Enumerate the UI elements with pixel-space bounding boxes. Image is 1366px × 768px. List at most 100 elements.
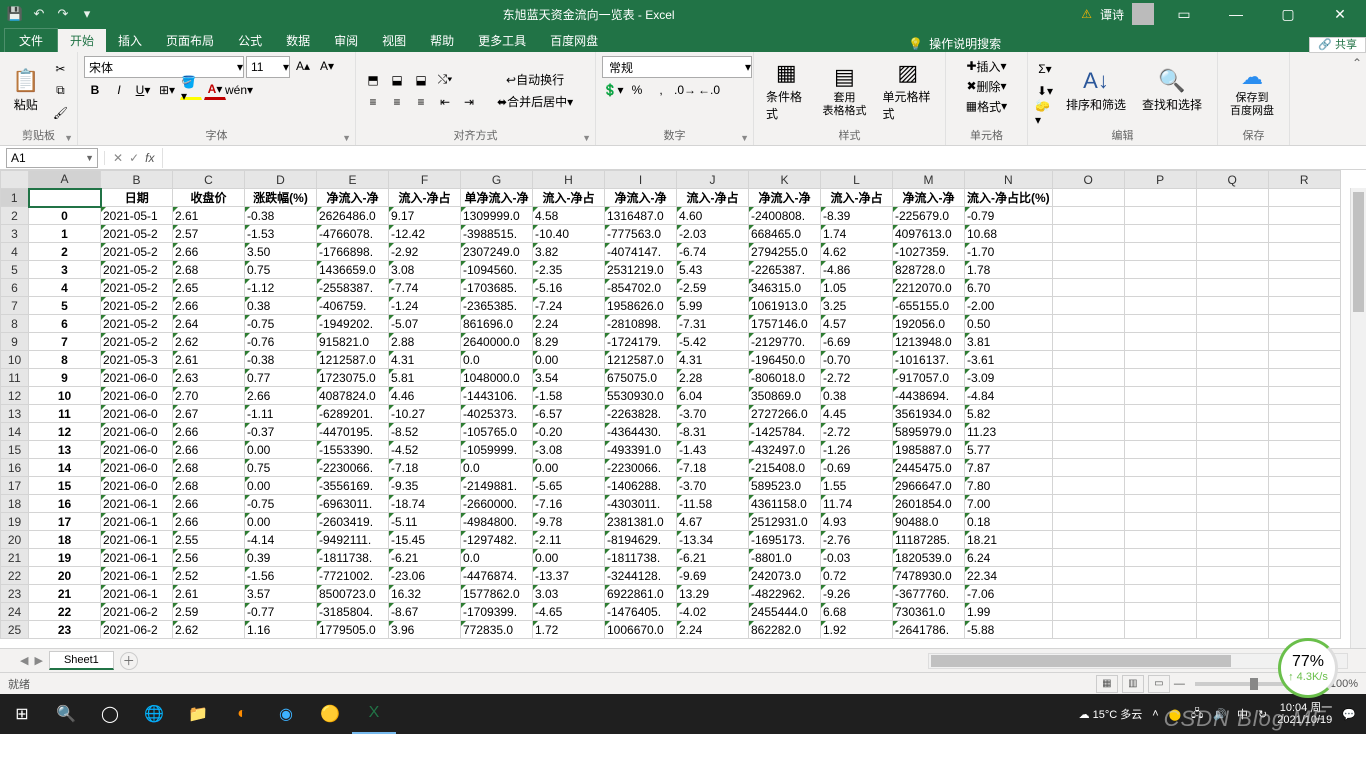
cell[interactable]: 0.38 <box>821 387 893 405</box>
indent-dec-button[interactable]: ⇤ <box>434 92 456 112</box>
clear-button[interactable]: 🧽▾ <box>1034 103 1056 123</box>
cell[interactable] <box>1052 297 1124 315</box>
underline-button[interactable]: U▾ <box>132 80 154 100</box>
fill-button[interactable]: ⬇▾ <box>1034 81 1056 101</box>
cell[interactable]: 2.64 <box>173 315 245 333</box>
close-button[interactable]: ✕ <box>1318 0 1362 28</box>
cell[interactable] <box>1124 459 1196 477</box>
cell[interactable]: 23 <box>29 621 101 639</box>
column-header[interactable]: E <box>317 171 389 189</box>
cell[interactable]: 2021-05-2 <box>101 315 173 333</box>
column-header[interactable]: R <box>1268 171 1340 189</box>
cell[interactable]: 2.61 <box>173 207 245 225</box>
cell[interactable]: -1695173. <box>749 531 821 549</box>
cell[interactable]: 1.55 <box>821 477 893 495</box>
cell[interactable]: -777563.0 <box>605 225 677 243</box>
cell[interactable] <box>1052 225 1124 243</box>
row-header[interactable]: 7 <box>1 297 29 315</box>
cell[interactable]: -1.53 <box>245 225 317 243</box>
cell[interactable]: 6.70 <box>965 279 1053 297</box>
cell[interactable]: -4438694. <box>893 387 965 405</box>
row-header[interactable]: 3 <box>1 225 29 243</box>
cell[interactable] <box>1052 405 1124 423</box>
align-center-button[interactable]: ≡ <box>386 92 408 112</box>
cell[interactable] <box>1124 351 1196 369</box>
cell[interactable]: -1709399. <box>461 603 533 621</box>
cell[interactable]: 5.81 <box>389 369 461 387</box>
cell[interactable]: 11.23 <box>965 423 1053 441</box>
cell[interactable]: 2021-06-0 <box>101 369 173 387</box>
cell[interactable]: 2.68 <box>173 261 245 279</box>
cell[interactable]: -1406288. <box>605 477 677 495</box>
cell[interactable]: -6.69 <box>821 333 893 351</box>
cell[interactable]: 4.46 <box>389 387 461 405</box>
cell[interactable]: -0.75 <box>245 315 317 333</box>
cell[interactable]: 192056.0 <box>893 315 965 333</box>
cell[interactable] <box>1052 549 1124 567</box>
cell[interactable]: 2.57 <box>173 225 245 243</box>
tray-network-icon[interactable]: 🖧 <box>1191 705 1203 724</box>
cell[interactable] <box>1196 225 1268 243</box>
cell[interactable]: -7.31 <box>677 315 749 333</box>
cell[interactable]: -1425784. <box>749 423 821 441</box>
cell[interactable]: 7.87 <box>965 459 1053 477</box>
cell[interactable]: 2021-05-2 <box>101 279 173 297</box>
cell[interactable]: -1766898. <box>317 243 389 261</box>
cell[interactable]: 2021-05-1 <box>101 207 173 225</box>
cell[interactable]: -1476405. <box>605 603 677 621</box>
cell[interactable] <box>1196 495 1268 513</box>
row-header[interactable]: 23 <box>1 585 29 603</box>
zoom-out-button[interactable]: — <box>1174 678 1185 690</box>
cell[interactable] <box>1124 441 1196 459</box>
cell[interactable]: 2021-06-0 <box>101 477 173 495</box>
weather-widget[interactable]: ☁ 15°C 多云 <box>1079 706 1143 722</box>
cell[interactable] <box>1124 405 1196 423</box>
cell[interactable] <box>1124 225 1196 243</box>
cell[interactable]: -2365385. <box>461 297 533 315</box>
italic-button[interactable]: I <box>108 80 130 100</box>
tell-me-search[interactable]: 操作说明搜索 <box>929 35 1001 52</box>
cell[interactable]: 2.56 <box>173 549 245 567</box>
qat-more-icon[interactable]: ▾ <box>78 5 96 23</box>
cell[interactable]: 0.0 <box>461 549 533 567</box>
format-cells-button[interactable]: ▦ 格式 ▾ <box>961 96 1012 116</box>
tab-视图[interactable]: 视图 <box>370 29 418 52</box>
cell[interactable] <box>1124 189 1196 207</box>
cell[interactable]: -7.16 <box>533 495 605 513</box>
cell[interactable]: -10.27 <box>389 405 461 423</box>
cell[interactable]: -4.14 <box>245 531 317 549</box>
cell[interactable]: 18.21 <box>965 531 1053 549</box>
cell[interactable]: 2.66 <box>173 495 245 513</box>
cell[interactable]: 11 <box>29 405 101 423</box>
font-name-combo[interactable]: 宋体▾ <box>84 56 244 78</box>
cell[interactable]: 1.78 <box>965 261 1053 279</box>
cell-styles-button[interactable]: ▨单元格样式 <box>876 58 939 124</box>
cell[interactable]: 流入-净占 <box>821 189 893 207</box>
cell[interactable]: -2263828. <box>605 405 677 423</box>
cell[interactable]: 2445475.0 <box>893 459 965 477</box>
cell[interactable]: 0.77 <box>245 369 317 387</box>
cell[interactable]: 2021-06-0 <box>101 459 173 477</box>
cell[interactable] <box>1196 207 1268 225</box>
cell[interactable]: -6.57 <box>533 405 605 423</box>
cell[interactable]: -7721002. <box>317 567 389 585</box>
cell[interactable]: 4.67 <box>677 513 749 531</box>
cell[interactable]: 90488.0 <box>893 513 965 531</box>
cell[interactable]: -6.21 <box>677 549 749 567</box>
cell[interactable]: -5.88 <box>965 621 1053 639</box>
cell[interactable]: 3561934.0 <box>893 405 965 423</box>
cell[interactable]: 668465.0 <box>749 225 821 243</box>
column-header[interactable]: M <box>893 171 965 189</box>
column-header[interactable]: Q <box>1196 171 1268 189</box>
cell[interactable] <box>1268 333 1340 351</box>
cell[interactable] <box>1052 189 1124 207</box>
cell[interactable]: 4.62 <box>821 243 893 261</box>
cell[interactable]: 2021-06-1 <box>101 567 173 585</box>
cell[interactable]: -4.86 <box>821 261 893 279</box>
cell[interactable]: -9492111. <box>317 531 389 549</box>
cell[interactable]: 2021-06-0 <box>101 423 173 441</box>
cell[interactable]: 2307249.0 <box>461 243 533 261</box>
cell[interactable]: -0.69 <box>821 459 893 477</box>
cell[interactable]: -4822962. <box>749 585 821 603</box>
excel-taskbar-icon[interactable]: X <box>352 694 396 734</box>
